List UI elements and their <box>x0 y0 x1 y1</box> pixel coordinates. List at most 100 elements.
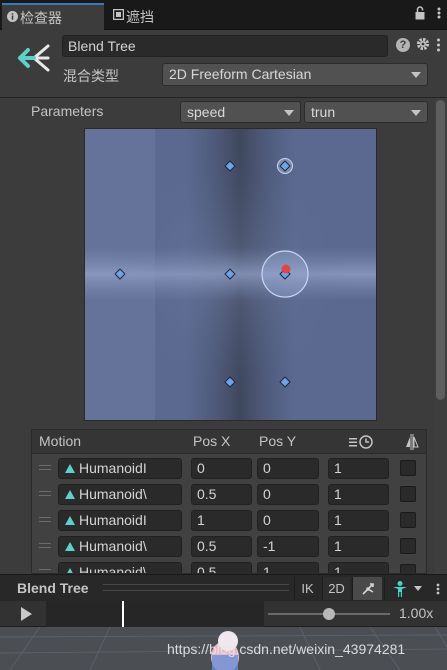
chevron-down-icon <box>411 110 421 116</box>
animation-clip-icon <box>65 464 75 473</box>
pos-x-field[interactable]: 0.5 <box>191 484 252 505</box>
motion-clip-name: HumanoidI <box>79 460 147 476</box>
menu-dots-icon <box>436 583 440 594</box>
time-scale-field[interactable]: 1 <box>328 458 389 479</box>
ik-toggle-button[interactable]: IK <box>294 577 320 600</box>
table-row: Humanoid\ 0.5 1 1 <box>32 559 426 574</box>
pos-x-field[interactable]: 0.5 <box>191 562 252 573</box>
mirror-icon <box>406 434 419 450</box>
motion-clip-name: Humanoid\ <box>79 486 147 502</box>
blend-tree-name-field[interactable]: Blend Tree <box>62 35 388 57</box>
motion-column-header: Motion <box>39 433 82 449</box>
mirror-checkbox[interactable] <box>400 486 416 502</box>
occlusion-icon <box>113 9 124 20</box>
table-row: Humanoid\ 0.5 -1 1 <box>32 533 426 559</box>
menu-dots-icon[interactable] <box>437 6 441 20</box>
motion-clip-field[interactable]: Humanoid\ <box>58 536 182 557</box>
mirror-checkbox[interactable] <box>400 460 416 476</box>
pivot-icon <box>361 582 374 595</box>
pivot-toggle-button[interactable] <box>352 577 382 600</box>
tab-inspector-label: 检查器 <box>20 9 62 26</box>
tab-inspector[interactable]: 检查器 <box>2 3 104 30</box>
chevron-down-icon <box>411 72 421 78</box>
avatar-icon <box>393 580 407 597</box>
help-icon[interactable]: ? <box>396 38 410 52</box>
blend-tree-panel: Parameters speed trun Motion Pos X Pos Y… <box>0 98 433 574</box>
parameters-label: Parameters <box>31 103 104 119</box>
x-parameter-value: speed <box>187 104 226 120</box>
x-parameter-dropdown[interactable]: speed <box>180 101 301 123</box>
pos-y-field[interactable]: 0 <box>257 510 319 531</box>
gear-icon[interactable] <box>416 37 430 51</box>
play-icon[interactable] <box>21 607 32 621</box>
chevron-down-icon <box>414 586 422 591</box>
time-scale-field[interactable]: 1 <box>328 562 389 573</box>
playhead[interactable] <box>122 601 124 627</box>
blend-tree-icon <box>18 44 50 72</box>
row-drag-handle[interactable] <box>39 465 51 470</box>
playback-speed-label: 1.00x <box>399 605 434 621</box>
timeline-track[interactable] <box>46 601 264 627</box>
mirror-checkbox[interactable] <box>400 512 416 528</box>
preview-drag-handle[interactable] <box>103 584 289 591</box>
pos-y-column-header: Pos Y <box>259 433 297 449</box>
speed-slider-thumb[interactable] <box>323 608 335 620</box>
pos-y-field[interactable]: -1 <box>257 536 319 557</box>
mirror-checkbox[interactable] <box>400 564 416 573</box>
animation-clip-icon <box>65 490 75 499</box>
preview-timeline: 1.00x <box>0 601 447 627</box>
pos-y-field[interactable]: 0 <box>257 484 319 505</box>
scrollbar-thumb[interactable] <box>436 100 445 400</box>
time-scale-field[interactable]: 1 <box>328 536 389 557</box>
time-scale-icon <box>349 435 373 449</box>
motion-clip-name: Humanoid\ <box>79 564 147 574</box>
tab-occlusion[interactable]: 遮挡 <box>108 3 188 30</box>
y-parameter-dropdown[interactable]: trun <box>304 101 428 123</box>
tab-occlusion-label: 遮挡 <box>126 8 154 25</box>
motion-table: Motion Pos X Pos Y HumanoidI 0 0 1 Humanoid\… <box>31 429 427 574</box>
pos-x-field[interactable]: 0.5 <box>191 536 252 557</box>
y-parameter-value: trun <box>311 104 336 120</box>
pos-x-field[interactable]: 0 <box>191 458 252 479</box>
table-row: HumanoidI 0 0 1 <box>32 455 426 481</box>
preview-viewport[interactable]: https://blog.csdn.net/weixin_43974281 <box>0 627 447 670</box>
blend-space-graph[interactable] <box>84 128 377 421</box>
lock-icon[interactable] <box>415 6 425 20</box>
row-drag-handle[interactable] <box>39 543 51 548</box>
motion-clip-field[interactable]: Humanoid\ <box>58 484 182 505</box>
chevron-down-icon <box>284 110 294 116</box>
pos-y-field[interactable]: 0 <box>257 458 319 479</box>
pos-y-field[interactable]: 1 <box>257 562 319 573</box>
pos-x-field[interactable]: 1 <box>191 510 252 531</box>
motion-clip-name: HumanoidI <box>79 512 147 528</box>
row-drag-handle[interactable] <box>39 491 51 496</box>
row-drag-handle[interactable] <box>39 517 51 522</box>
preview-title: Blend Tree <box>17 580 89 596</box>
avatar-dropdown[interactable] <box>384 577 428 600</box>
time-scale-field[interactable]: 1 <box>328 484 389 505</box>
mirror-checkbox[interactable] <box>400 538 416 554</box>
info-icon <box>7 11 18 22</box>
preview-toolbar: Blend Tree IK 2D <box>0 574 447 601</box>
2d-toggle-button[interactable]: 2D <box>322 577 350 600</box>
watermark-text: https://blog.csdn.net/weixin_43974281 <box>167 641 406 657</box>
blend-type-label: 混合类型 <box>63 68 119 84</box>
motion-clip-field[interactable]: Humanoid\ <box>58 562 182 574</box>
blend-type-value: 2D Freeform Cartesian <box>169 66 312 82</box>
inspector-scrollbar[interactable] <box>434 98 447 574</box>
tab-bar: 检查器 遮挡 <box>0 0 447 30</box>
motion-clip-name: Humanoid\ <box>79 538 147 554</box>
inspector-header: Blend Tree ? 混合类型 2D Freeform Cartesian <box>0 30 447 98</box>
animation-clip-icon <box>65 542 75 551</box>
animation-clip-icon <box>65 516 75 525</box>
motion-clip-field[interactable]: HumanoidI <box>58 458 182 479</box>
motion-table-header: Motion Pos X Pos Y <box>32 430 426 454</box>
preview-menu-button[interactable] <box>432 577 444 600</box>
pos-x-column-header: Pos X <box>193 433 231 449</box>
blend-type-dropdown[interactable]: 2D Freeform Cartesian <box>162 63 428 86</box>
time-scale-field[interactable]: 1 <box>328 510 389 531</box>
component-menu-icon[interactable] <box>436 37 441 53</box>
table-row: HumanoidI 1 0 1 <box>32 507 426 533</box>
motion-clip-field[interactable]: HumanoidI <box>58 510 182 531</box>
current-blend-position[interactable] <box>281 264 291 274</box>
